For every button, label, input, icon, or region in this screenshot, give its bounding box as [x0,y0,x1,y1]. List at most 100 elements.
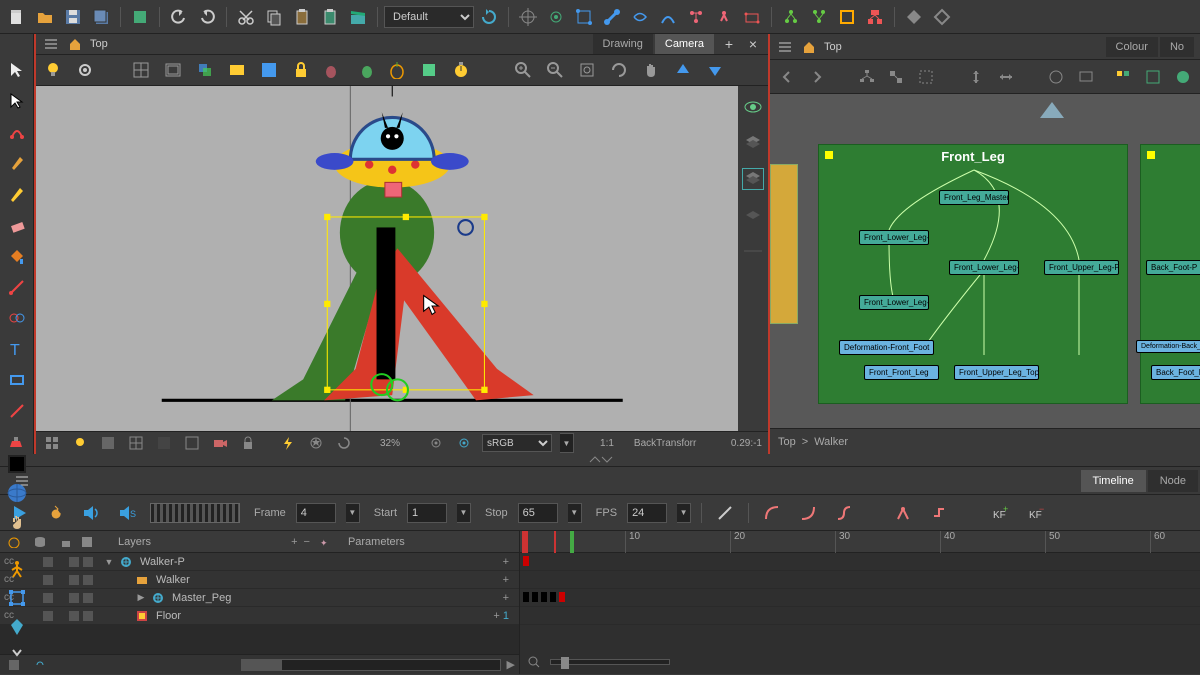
start-step-icon[interactable]: ▼ [457,503,471,523]
sound-scrub-icon[interactable]: S [114,500,140,526]
layer-below-icon[interactable] [742,204,764,226]
node-item[interactable]: Front_Upper_Leg-P [1044,260,1119,275]
new-file-icon[interactable] [4,4,30,30]
tab-colour[interactable]: Colour [1106,37,1158,57]
view-mode-3-icon[interactable] [154,433,174,453]
paste-icon[interactable] [289,4,315,30]
playhead-marker[interactable] [554,531,556,553]
refresh-icon[interactable] [476,4,502,30]
lock-box[interactable] [82,610,94,622]
view-mode-2-icon[interactable] [126,433,146,453]
lock-layer-icon[interactable] [56,532,76,552]
fps-step-icon[interactable]: ▼ [677,503,691,523]
node-display-icon[interactable] [1075,66,1097,88]
rotate-view-icon[interactable] [608,59,630,81]
kf-del-icon[interactable]: KF− [1023,500,1049,526]
bg-color-icon[interactable] [258,59,280,81]
undo-icon[interactable] [166,4,192,30]
node-expand-icon[interactable] [886,66,908,88]
expand-toggle[interactable]: ▼ [102,555,116,569]
hand-icon[interactable] [8,513,26,531]
kinematic-icon[interactable] [711,4,737,30]
color-swatch-icon[interactable] [8,455,26,473]
loop-icon[interactable] [42,500,68,526]
rectangle-tool-icon[interactable] [5,369,29,392]
brush-tool-icon[interactable] [5,151,29,174]
node-order-v-icon[interactable] [965,66,987,88]
pencil-tool-icon[interactable] [5,182,29,205]
lock-icon[interactable] [290,59,312,81]
refresh-small-icon[interactable] [334,433,354,453]
gear-small-icon[interactable] [426,433,446,453]
track-row[interactable] [520,589,1200,607]
cut-icon[interactable] [233,4,259,30]
bbox-icon[interactable] [8,589,26,607]
camera-mask-icon[interactable] [226,59,248,81]
cutter-tool-icon[interactable] [5,276,29,299]
envelope-tool-icon[interactable] [627,4,653,30]
track-row[interactable] [520,553,1200,571]
lightbulb-icon[interactable] [42,59,64,81]
clapper-icon[interactable] [345,4,371,30]
hierarchy-2-icon[interactable] [806,4,832,30]
node-group-back-leg[interactable]: Back_Foot-P Deformation-Back_Foot Back_F… [1140,144,1200,404]
node-item[interactable]: Deformation-Front_Foot [839,340,934,355]
node-item[interactable]: Front_Lower_Leg-P [949,260,1019,275]
kite-icon[interactable] [8,617,26,635]
keyframe-add-icon[interactable] [901,4,927,30]
node-item[interactable]: Front_Lower_Leg-P [859,295,929,310]
vertical-splitter[interactable] [0,454,1200,466]
node-tree-icon[interactable] [856,66,878,88]
rigging-icon[interactable] [683,4,709,30]
layer-name[interactable]: Walker-P [140,556,185,568]
frame-step-icon[interactable]: ▼ [346,503,360,523]
node-canvas[interactable]: Front_Leg Front_Leg_Master-P Front_Lower… [770,94,1200,428]
select-children-icon[interactable] [862,4,888,30]
track-row[interactable] [520,571,1200,589]
enable-box[interactable] [42,556,54,568]
hand-tool-icon[interactable] [640,59,662,81]
view-mode-1-icon[interactable] [98,433,118,453]
morph-tool-icon[interactable] [5,307,29,330]
breadcrumb[interactable]: Top [824,41,842,53]
layer-row[interactable]: ccFloor+ 1 [0,607,519,625]
eraser-tool-icon[interactable] [5,213,29,236]
zoom-out-icon[interactable] [544,59,566,81]
layer-row[interactable]: cc▶Master_Peg+ [0,589,519,607]
node-item[interactable]: Front_Front_Leg [864,365,939,380]
rig-icon[interactable] [7,559,27,579]
add-param-icon[interactable]: + [497,592,515,604]
timeline-ruler[interactable]: 102030405060 [520,531,1200,553]
solo-box[interactable] [68,610,80,622]
line-tool-icon[interactable] [5,400,29,423]
menu-icon[interactable] [42,35,60,53]
keyframe-del-icon[interactable] [929,4,955,30]
sound-icon[interactable] [78,500,104,526]
tab-node-view[interactable]: Node [1148,470,1198,492]
ease-linear-icon[interactable] [712,500,738,526]
grid-icon[interactable] [130,59,152,81]
globe-icon[interactable] [7,483,27,503]
node-item[interactable]: Deformation-Back_Foot [1136,340,1200,353]
node-world-icon[interactable] [1172,66,1194,88]
kf-add-icon[interactable]: KF+ [987,500,1013,526]
stop-input[interactable] [518,503,558,523]
layer-row[interactable]: ccWalker+ [0,571,519,589]
node-item[interactable]: Front_Upper_Leg_Top [954,365,1039,380]
stopwatch-icon[interactable] [450,59,472,81]
fps-input[interactable] [627,503,667,523]
track-panel[interactable]: 102030405060 [520,531,1200,674]
start-marker[interactable] [522,531,528,553]
camera-small-icon[interactable] [210,433,230,453]
jog-wheel[interactable] [150,503,240,523]
layer-name[interactable]: Floor [156,610,181,622]
stop-step-icon[interactable]: ▼ [568,503,582,523]
copy-icon[interactable] [261,4,287,30]
home-icon[interactable] [66,35,84,53]
paint-tool-icon[interactable] [5,244,29,267]
safe-area-icon[interactable] [162,59,184,81]
layer-current-icon[interactable] [742,168,764,190]
lock-small-icon[interactable] [238,433,258,453]
solo-box[interactable] [68,556,80,568]
lock-box[interactable] [82,574,94,586]
